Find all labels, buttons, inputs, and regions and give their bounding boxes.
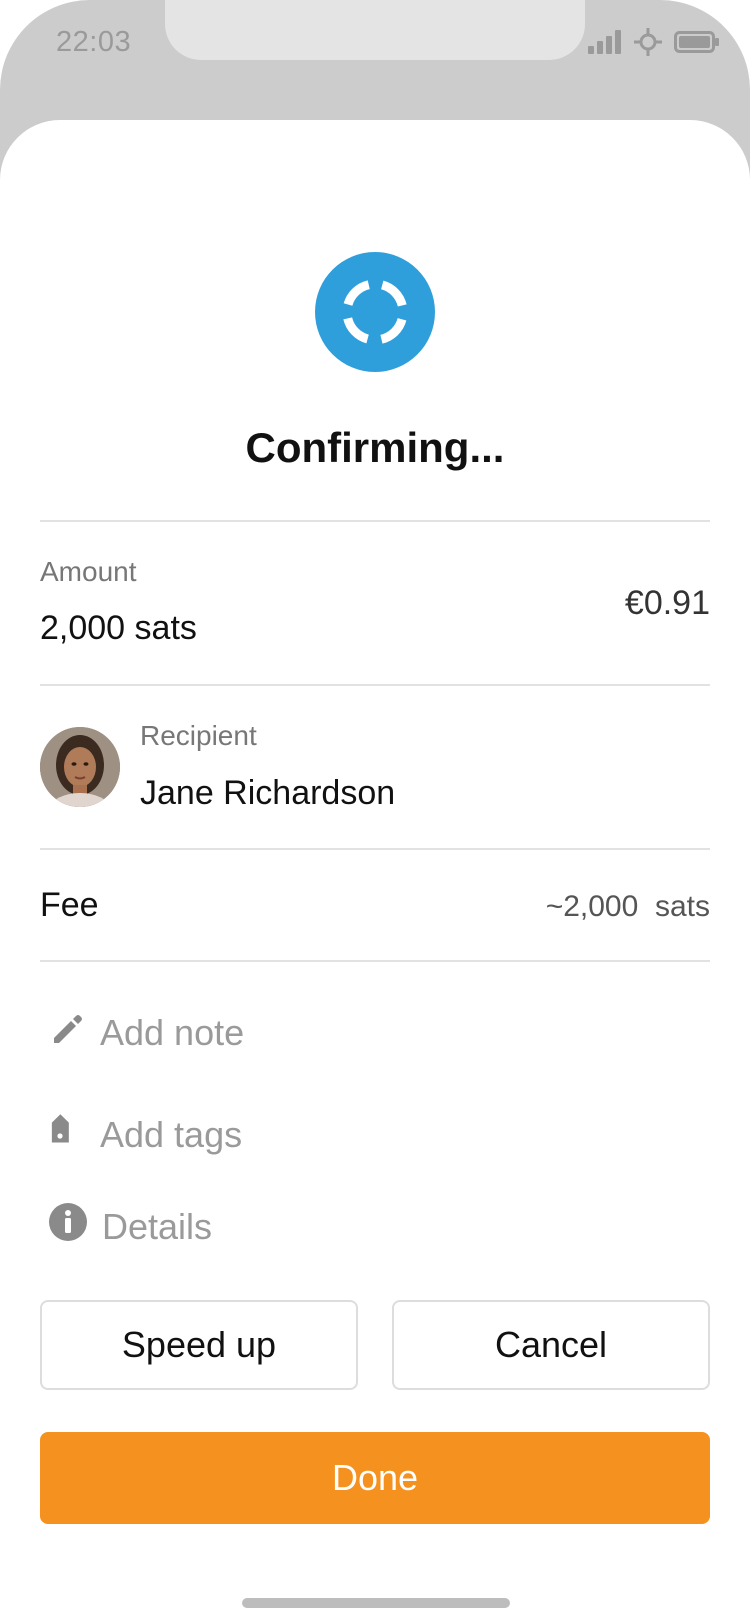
recipient-name: Jane Richardson (140, 774, 396, 812)
details-label: Details (102, 1205, 213, 1247)
divider (40, 960, 710, 962)
signal-icon (588, 30, 622, 59)
add-note-label: Add note (100, 1011, 245, 1053)
add-note-button[interactable]: Add note (46, 1008, 244, 1057)
details-button[interactable]: Details (48, 1202, 212, 1251)
tag-icon (46, 1110, 86, 1159)
notch (165, 0, 585, 60)
add-tags-label: Add tags (100, 1113, 243, 1155)
battery-icon (674, 30, 720, 59)
loading-spinner-icon (315, 252, 435, 372)
status-icons (588, 28, 720, 61)
amount-label: Amount (40, 556, 137, 587)
divider (40, 520, 710, 522)
avatar (40, 727, 120, 807)
home-indicator (242, 1598, 510, 1608)
fee-label: Fee (40, 886, 99, 924)
cancel-button[interactable]: Cancel (392, 1300, 710, 1390)
fee-value: ~2,000 sats (545, 890, 710, 923)
divider (40, 848, 710, 850)
speed-up-button[interactable]: Speed up (40, 1300, 358, 1390)
info-icon (48, 1202, 88, 1251)
device-screen: 22:03 Confirming... Amount 2,000 sats €0… (0, 0, 750, 1624)
done-button[interactable]: Done (40, 1432, 710, 1524)
page-title: Confirming... (245, 424, 505, 471)
status-time: 22:03 (56, 26, 132, 58)
amount-value: 2,000 sats (40, 609, 197, 647)
recipient-label: Recipient (140, 720, 257, 751)
crosshair-icon (634, 28, 662, 61)
amount-fiat: €0.91 (624, 584, 710, 622)
add-tags-button[interactable]: Add tags (46, 1110, 242, 1159)
divider (40, 684, 710, 686)
pencil-icon (46, 1008, 86, 1057)
